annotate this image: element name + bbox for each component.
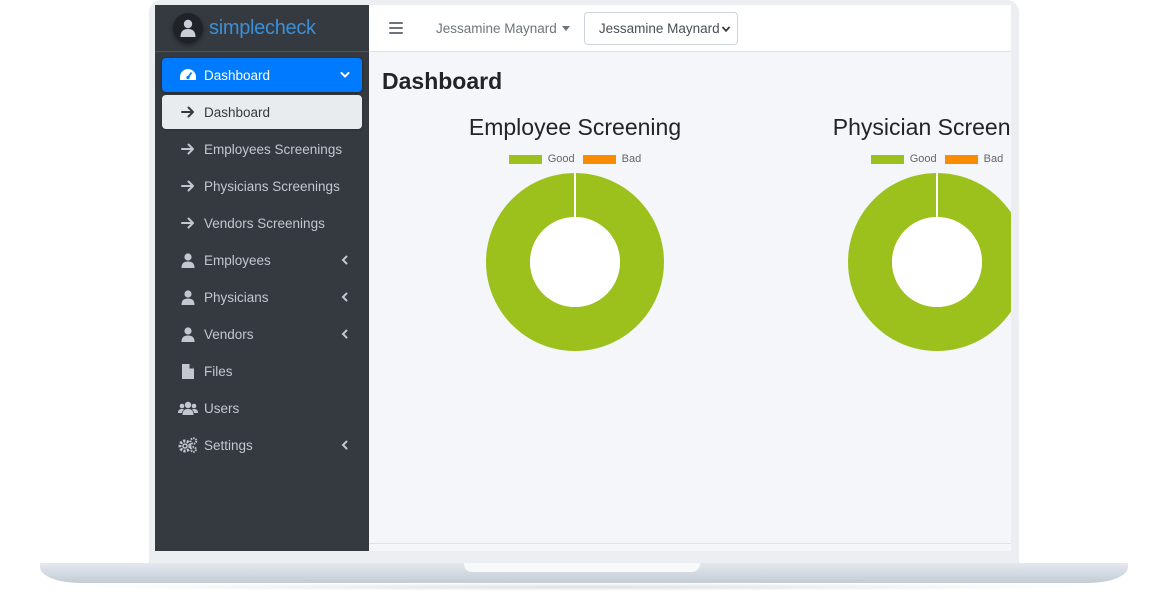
legend-item-bad[interactable]: Bad [944,153,1004,165]
user-icon [178,325,198,343]
tachometer-icon [178,66,198,84]
legend-item-good[interactable]: Good [870,153,937,165]
sidebar-item-label: Users [204,400,240,416]
donut-hole [892,217,982,307]
sidebar-item-vendors-screenings[interactable]: Vendors Screenings [162,206,362,240]
sidebar-item-label: Employees [204,252,271,268]
chevron-down-icon [721,25,730,32]
sidebar-item-physicians[interactable]: Physicians [162,280,362,314]
topbar: Jessamine Maynard Jessamine Maynard [369,5,1011,52]
sidebar-item-label: Settings [204,437,253,453]
employee-screening-chart: Employee Screening Good Bad [395,114,755,352]
legend-label: Bad [983,153,1004,165]
legend-swatch-good [508,154,542,164]
sidebar-item-label: Dashboard [204,104,271,120]
sidebar-item-label: Dashboard [204,67,271,83]
main-content: Dashboard Employee Screening Good Bad Ph… [369,52,1011,551]
user-select[interactable]: Jessamine Maynard [583,11,738,45]
user-select-value: Jessamine Maynard [598,20,720,36]
user-icon [178,288,198,306]
sidebar-item-employees[interactable]: Employees [162,243,362,277]
sidebar-item-label: Files [204,363,233,379]
arrow-right-icon [178,103,198,121]
sidebar-item-settings[interactable]: Settings [162,428,362,462]
chart-title: Employee Screening [468,114,682,140]
chevron-left-icon [340,327,350,341]
chevron-left-icon [340,438,350,452]
sidebar: simplecheck Dashboard Dashboard Employees … [155,5,369,551]
sidebar-item-dashboard[interactable]: Dashboard [162,95,362,129]
sidebar-item-label: Physicians [204,289,269,305]
footer-divider [369,543,1011,544]
sidebar-item-employees-screenings[interactable]: Employees Screenings [162,132,362,166]
legend-swatch-good [870,154,904,164]
chart-legend: Good Bad [757,153,1011,165]
legend-item-good[interactable]: Good [508,153,575,165]
hamburger-menu-icon[interactable] [389,22,403,34]
donut-chart [485,173,664,351]
sidebar-item-physicians-screenings[interactable]: Physicians Screenings [162,169,362,203]
legend-swatch-bad [944,154,978,164]
chart-legend: Good Bad [395,153,755,165]
brand-name: simplecheck [209,16,316,39]
chevron-down-icon [340,68,350,82]
brand[interactable]: simplecheck [155,5,369,52]
donut-hole [530,217,620,307]
users-icon [178,399,198,417]
user-icon [178,251,198,269]
sidebar-item-label: Vendors [204,326,254,342]
chevron-left-icon [340,290,350,304]
legend-label: Bad [621,153,642,165]
sidebar-item-label: Vendors Screenings [204,215,325,231]
sidebar-item-label: Physicians Screenings [204,178,340,194]
sidebar-item-files[interactable]: Files [162,354,362,388]
legend-label: Good [909,153,937,165]
physician-screening-chart: Physician Screening Good Bad [757,114,1011,352]
app-window: simplecheck Dashboard Dashboard Employees … [155,5,1011,551]
sidebar-nav: Dashboard Dashboard Employees Screenings Ph… [155,52,369,462]
sidebar-item-dashboard-group[interactable]: Dashboard [162,58,362,92]
donut-chart [847,173,1011,351]
sidebar-item-label: Employees Screenings [204,141,343,157]
chart-title: Physician Screening [832,114,1011,140]
user-menu-label: Jessamine Maynard [436,20,557,36]
chevron-left-icon [340,253,350,267]
laptop-notch [464,563,700,572]
sidebar-item-vendors[interactable]: Vendors [162,317,362,351]
legend-swatch-bad [582,154,616,164]
legend-label: Good [547,153,575,165]
laptop-shadow [60,583,1110,591]
sidebar-item-users[interactable]: Users [162,391,362,425]
file-icon [178,362,198,380]
arrow-right-icon [178,177,198,195]
user-menu-dropdown[interactable]: Jessamine Maynard [436,21,570,36]
arrow-right-icon [178,140,198,158]
cogs-icon [178,436,198,454]
arrow-right-icon [178,214,198,232]
legend-item-bad[interactable]: Bad [582,153,642,165]
caret-down-icon [561,25,570,31]
page-title: Dashboard [382,68,503,94]
brand-logo-icon [173,13,203,43]
